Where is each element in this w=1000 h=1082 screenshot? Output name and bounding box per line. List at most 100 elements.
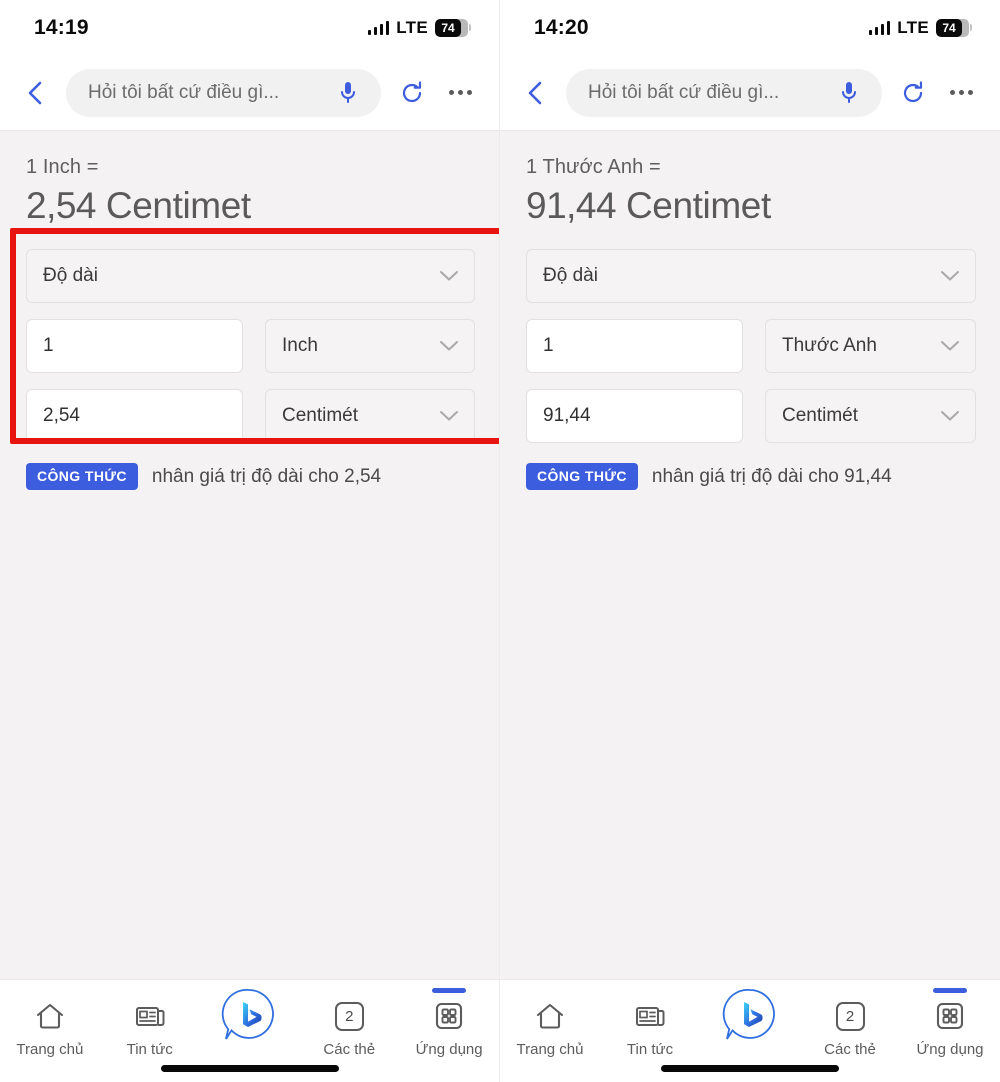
equation-line: 1 Inch = (26, 156, 99, 178)
back-button[interactable] (18, 76, 52, 110)
search-input[interactable]: Hỏi tôi bất cứ điều gì... (66, 68, 381, 117)
category-select[interactable]: Độ dài (526, 249, 976, 303)
apps-grid-icon (433, 998, 465, 1034)
phone-screen-left: 14:19 LTE 74 Hỏi tôi bất cứ điều gì... 1… (0, 0, 500, 1082)
chevron-down-icon (939, 265, 961, 287)
more-options-icon (949, 90, 973, 95)
tabs-count-badge: 2 (835, 1001, 865, 1031)
category-select-label: Độ dài (543, 265, 598, 286)
status-indicators: LTE 74 (367, 17, 471, 38)
battery-icon: 74 (435, 18, 471, 37)
chevron-left-icon (28, 81, 42, 104)
status-clock: 14:19 (34, 15, 89, 39)
nav-item-apps[interactable]: Ứng dụng (403, 988, 495, 1058)
home-indicator[interactable] (661, 1065, 839, 1072)
nav-item-apps-label: Ứng dụng (916, 1041, 984, 1058)
dual-screenshot-container: 14:19 LTE 74 Hỏi tôi bất cứ điều gì... 1… (0, 0, 1000, 1082)
category-select-label: Độ dài (43, 265, 98, 286)
bottom-navigation: Trang chủ Tin tức 2 Các thẻ Ứng dụng (0, 980, 499, 1082)
mic-button[interactable] (832, 76, 866, 110)
refresh-button[interactable] (896, 76, 930, 110)
home-icon (534, 998, 566, 1034)
back-button[interactable] (518, 76, 552, 110)
battery-level-label: 74 (441, 20, 455, 35)
refresh-icon (402, 80, 422, 102)
to-value-input[interactable]: 91,44 (526, 389, 743, 443)
apps-grid-icon (934, 998, 966, 1034)
nav-item-news[interactable]: Tin tức (604, 988, 696, 1058)
signal-bars-icon (868, 20, 891, 35)
result-unit: Centimet (625, 185, 771, 226)
from-value-input[interactable]: 1 (526, 319, 743, 373)
chevron-down-icon (438, 265, 460, 287)
to-row: 2,54 Centimét (26, 389, 475, 443)
more-options-button[interactable] (944, 76, 978, 110)
refresh-button[interactable] (395, 76, 429, 110)
from-value-input[interactable]: 1 (26, 319, 243, 373)
result-value: 91,44 (526, 185, 617, 226)
to-unit-select[interactable]: Centimét (765, 389, 976, 443)
formula-row: CÔNG THỨC nhân giá trị độ dài cho 91,44 (526, 463, 976, 490)
active-tab-indicator (432, 988, 467, 993)
from-unit-select[interactable]: Inch (265, 319, 475, 373)
formula-text: nhân giá trị độ dài cho 91,44 (651, 465, 892, 487)
nav-item-tabs[interactable]: 2 Các thẻ (804, 988, 896, 1058)
from-row: 1 Thước Anh (526, 319, 976, 373)
nav-item-news-label: Tin tức (626, 1041, 674, 1058)
search-input[interactable]: Hỏi tôi bất cứ điều gì... (566, 68, 882, 117)
status-bar: 14:19 LTE 74 (0, 0, 499, 55)
nav-item-bing-chat[interactable] (704, 988, 796, 1040)
converter-content: 1 Thước Anh = 91,44 Centimet Độ dài 1 Th… (500, 130, 1000, 980)
bing-chat-icon (218, 989, 280, 1040)
chevron-left-icon (528, 81, 542, 104)
to-unit-select[interactable]: Centimét (265, 389, 475, 443)
chevron-down-icon (939, 335, 961, 357)
more-options-icon (448, 90, 472, 95)
nav-item-home[interactable]: Trang chủ (504, 988, 596, 1058)
nav-item-bing-chat[interactable] (203, 988, 295, 1040)
status-indicators: LTE 74 (868, 17, 972, 38)
nav-item-news[interactable]: Tin tức (104, 988, 196, 1058)
browser-toolbar: Hỏi tôi bất cứ điều gì... (500, 55, 1000, 130)
to-unit-label: Centimét (782, 405, 859, 426)
search-placeholder: Hỏi tôi bất cứ điều gì... (588, 81, 780, 103)
nav-item-apps[interactable]: Ứng dụng (904, 988, 996, 1058)
tabs-icon: 2 (835, 998, 865, 1034)
battery-level-label: 74 (942, 20, 956, 35)
formula-badge: CÔNG THỨC (526, 463, 638, 490)
nav-item-home[interactable]: Trang chủ (4, 988, 96, 1058)
equation-line: 1 Thước Anh = (526, 156, 661, 178)
result-headline: 91,44 Centimet (526, 185, 976, 227)
tabs-icon: 2 (334, 998, 364, 1034)
category-select[interactable]: Độ dài (26, 249, 475, 303)
network-type-label: LTE (897, 17, 929, 37)
tabs-count-badge: 2 (334, 1001, 364, 1031)
search-placeholder: Hỏi tôi bất cứ điều gì... (88, 81, 280, 103)
to-value-input[interactable]: 2,54 (26, 389, 243, 443)
phone-screen-right: 14:20 LTE 74 Hỏi tôi bất cứ điều gì... 1… (500, 0, 1000, 1082)
nav-item-tabs-label: Các thẻ (323, 1041, 376, 1058)
result-unit: Centimet (105, 185, 251, 226)
formula-row: CÔNG THỨC nhân giá trị độ dài cho 2,54 (26, 463, 475, 490)
result-value: 2,54 (26, 185, 97, 226)
network-type-label: LTE (396, 17, 428, 37)
more-options-button[interactable] (443, 76, 477, 110)
browser-toolbar: Hỏi tôi bất cứ điều gì... (0, 55, 499, 130)
refresh-icon (903, 80, 923, 102)
nav-item-tabs-label: Các thẻ (824, 1041, 876, 1058)
status-bar: 14:20 LTE 74 (500, 0, 1000, 55)
nav-item-tabs[interactable]: 2 Các thẻ (303, 988, 395, 1058)
converter-content: 1 Inch = 2,54 Centimet Độ dài 1 Inch 2,5… (0, 130, 499, 980)
signal-bars-icon (367, 20, 390, 35)
mic-button[interactable] (331, 76, 365, 110)
from-unit-select[interactable]: Thước Anh (765, 319, 976, 373)
from-unit-label: Inch (282, 335, 318, 356)
chevron-down-icon (939, 405, 961, 427)
to-row: 91,44 Centimét (526, 389, 976, 443)
nav-item-home-label: Trang chủ (516, 1041, 584, 1058)
status-clock: 14:20 (534, 15, 589, 39)
formula-text: nhân giá trị độ dài cho 2,54 (151, 465, 382, 487)
nav-item-news-label: Tin tức (126, 1041, 173, 1058)
home-indicator[interactable] (160, 1065, 339, 1072)
microphone-icon (842, 81, 856, 103)
